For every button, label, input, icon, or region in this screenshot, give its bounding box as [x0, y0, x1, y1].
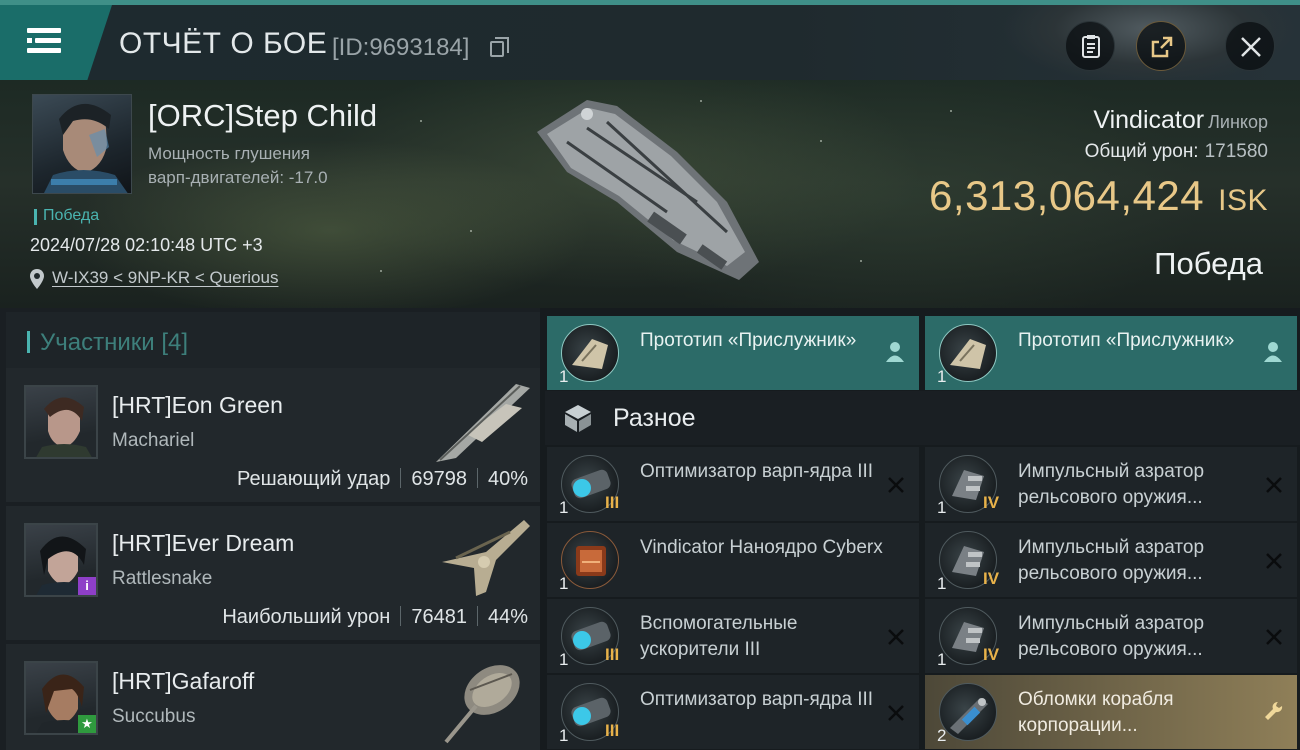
tech-level: III [605, 645, 620, 664]
clipboard-button[interactable] [1065, 21, 1115, 71]
participant-row[interactable]: i [HRT]Ever Dream Rattlesnake Наибольший… [6, 506, 540, 640]
participant-avatar [24, 385, 98, 459]
drone-slot[interactable]: 1 Прототип «Прислужник» [925, 316, 1297, 390]
kill-datetime: 2024/07/28 02:10:48 UTC +3 [30, 235, 263, 255]
module-slot[interactable]: 1 IV Импульсный азратор рельсового оружи… [925, 523, 1297, 597]
pilot-icon[interactable] [885, 341, 905, 363]
participants-header: Участники [4] [6, 312, 540, 370]
victim-ship-name[interactable]: Vindicator Линкор [1093, 106, 1268, 135]
tech-level: IV [983, 569, 1000, 588]
pilot-icon[interactable] [1263, 341, 1283, 363]
destroyed-icon [888, 705, 904, 721]
tech-level: III [605, 493, 620, 512]
module-slot[interactable]: 1 Vindicator Наноядро Cyberx [547, 523, 919, 597]
module-slot[interactable]: 2 Обломки корабля корпорации... [925, 675, 1297, 749]
module-slot[interactable]: 1 III Оптимизатор варп-ядра III [547, 447, 919, 521]
warp-jam-label: Мощность глушения [148, 144, 310, 163]
participant-name[interactable]: [HRT]Eon Green [112, 392, 283, 419]
module-name: Vindicator Наноядро Cyberx [640, 537, 883, 558]
participant-percent: 40% [487, 468, 528, 490]
victim-portrait[interactable] [32, 94, 132, 194]
participants-title: Участники [4] [40, 329, 189, 356]
drone-name: Прототип «Прислужник» [1018, 330, 1235, 351]
participant-avatar: ★ [24, 661, 98, 735]
top-damage-label: Наибольший урон [222, 606, 391, 628]
tech-level: III [605, 721, 620, 740]
module-slot[interactable]: 1 III Оптимизатор варп-ядра III [547, 675, 919, 749]
report-id: [ID:9693184] [332, 34, 470, 61]
close-icon [1241, 37, 1261, 57]
module-name: Оптимизатор варп-ядра III [640, 461, 874, 482]
victory-tag: Победа [34, 207, 99, 225]
share-button[interactable] [1136, 21, 1186, 71]
participant-damage: 76481 [411, 606, 467, 628]
clipboard-icon [1082, 35, 1100, 58]
destroyed-icon [888, 629, 904, 645]
participant-stats: Решающий удар 69798 40% [237, 468, 528, 491]
share-icon [1151, 36, 1173, 58]
participants-panel: Участники [4] [HRT]Eon Green Machariel Р… [0, 308, 540, 750]
wreck-icon [939, 683, 997, 741]
top-bar: ОТЧЁТ О БОЕ [ID:9693184] [0, 0, 1300, 85]
participant-ship-image [444, 665, 520, 744]
destroyed-icon [888, 477, 904, 493]
module-name: Вспомогательные ускорители III [640, 613, 798, 660]
module-name: Импульсный азратор рельсового оружия... [1018, 461, 1205, 508]
module-slot[interactable]: 1 III Вспомогательные ускорители III [547, 599, 919, 673]
module-slot[interactable]: 1 IV Импульсный азратор рельсового оружи… [925, 599, 1297, 673]
destroyed-icon [1266, 477, 1282, 493]
misc-section-header: Разное [545, 391, 1300, 445]
total-damage: Общий урон: 171580 [1084, 141, 1268, 162]
module-slot[interactable]: 1 IV Импульсный азратор рельсового оружи… [925, 447, 1297, 521]
participant-ship: Machariel [112, 430, 195, 451]
final-blow-label: Решающий удар [236, 468, 391, 490]
warp-jam-value: варп-двигателей: -17.0 [148, 168, 328, 187]
drone-icon [561, 324, 619, 382]
menu-button[interactable] [0, 5, 112, 80]
page-title: ОТЧЁТ О БОЕ [119, 27, 328, 60]
drone-slot[interactable]: 1 Прототип «Прислужник» [547, 316, 919, 390]
drone-icon [939, 324, 997, 382]
participant-percent: 44% [487, 606, 528, 628]
module-name: Оптимизатор варп-ядра III [640, 689, 874, 710]
drone-name: Прототип «Прислужник» [640, 330, 857, 351]
participant-ship: Rattlesnake [112, 568, 213, 589]
participant-row[interactable]: ★ [HRT]Gafaroff Succubus [6, 644, 540, 750]
section-title: Разное [613, 404, 696, 432]
participant-name[interactable]: [HRT]Gafaroff [112, 668, 254, 695]
participant-row[interactable]: [HRT]Eon Green Machariel Решающий удар 69… [6, 368, 540, 502]
isk-value: 6,313,064,424 ISK [929, 172, 1268, 219]
participant-stats: Наибольший урон 76481 44% [222, 606, 528, 629]
module-name: Импульсный азратор рельсового оружия... [1018, 613, 1205, 660]
participant-ship: Succubus [112, 706, 196, 727]
copy-icon[interactable] [490, 37, 509, 57]
destroyed-icon [1266, 553, 1282, 569]
wrench-icon[interactable] [1263, 700, 1283, 722]
role-badge-icon: i [78, 577, 96, 595]
participant-ship-image [442, 520, 530, 596]
star-badge-icon: ★ [78, 715, 96, 733]
participant-damage: 69798 [411, 468, 467, 490]
battle-result: Победа [1154, 246, 1263, 281]
kill-location[interactable]: W-IX39 < 9NP-KR < Querious [30, 268, 278, 289]
module-name: Импульсный азратор рельсового оружия... [1018, 537, 1205, 584]
module-icon [561, 531, 619, 589]
location-link[interactable]: W-IX39 < 9NP-KR < Querious [52, 268, 278, 287]
pilot-portrait-image [44, 103, 128, 193]
cube-icon [565, 405, 591, 432]
menu-icon [27, 28, 61, 33]
participant-ship-image [436, 384, 530, 462]
location-pin-icon [30, 269, 44, 289]
destroyed-icon [1266, 629, 1282, 645]
tech-level: IV [983, 645, 1000, 664]
participant-name[interactable]: [HRT]Ever Dream [112, 530, 294, 557]
victim-ship-image[interactable] [527, 92, 767, 292]
tech-level: IV [983, 493, 1000, 512]
victim-name[interactable]: [ORC]Step Child [148, 98, 377, 134]
participant-avatar: i [24, 523, 98, 597]
close-button[interactable] [1225, 21, 1275, 71]
module-name: Обломки корабля корпорации... [1018, 689, 1174, 736]
